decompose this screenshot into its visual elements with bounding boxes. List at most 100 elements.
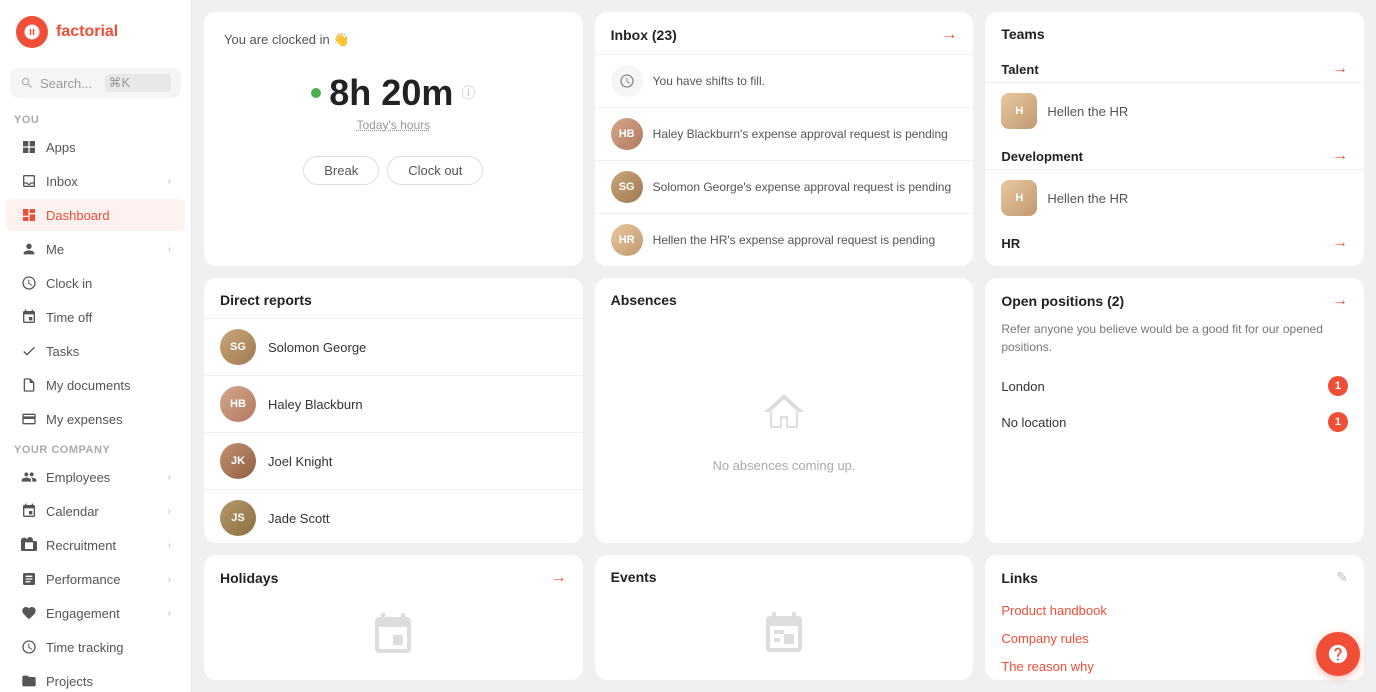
positions-arrow[interactable]: → bbox=[1332, 292, 1348, 310]
clocked-in-status: You are clocked in 👋 bbox=[224, 32, 350, 48]
building-icon bbox=[760, 388, 808, 446]
sidebar-item-recruitment[interactable]: Recruitment › bbox=[6, 529, 185, 561]
logo-text: factorial bbox=[56, 23, 118, 41]
product-handbook-link[interactable]: Product handbook bbox=[1001, 603, 1107, 618]
dashboard-label: Dashboard bbox=[46, 208, 171, 223]
sidebar-item-my-documents[interactable]: My documents bbox=[6, 369, 185, 401]
position-no-location: No location 1 bbox=[985, 404, 1364, 440]
employees-icon bbox=[20, 468, 38, 486]
absences-empty-text: No absences coming up. bbox=[712, 458, 855, 473]
absences-card: Absences No absences coming up. bbox=[595, 278, 974, 543]
sidebar-item-apps[interactable]: Apps bbox=[6, 131, 185, 163]
events-header: Events bbox=[595, 555, 974, 595]
time-off-icon bbox=[20, 308, 38, 326]
report-joel[interactable]: JK Joel Knight bbox=[204, 432, 583, 489]
links-title: Links bbox=[1001, 570, 1038, 586]
time-tracking-label: Time tracking bbox=[46, 640, 171, 655]
talent-section: Talent → bbox=[985, 52, 1364, 82]
apps-label: Apps bbox=[46, 140, 171, 155]
teams-title: Teams bbox=[1001, 26, 1044, 42]
chevron-icon: › bbox=[168, 574, 171, 585]
sidebar-item-performance[interactable]: Performance › bbox=[6, 563, 185, 595]
direct-reports-card: Direct reports SG Solomon George HB Hale… bbox=[204, 278, 583, 543]
inbox-item-solomon[interactable]: SG Solomon George's expense approval req… bbox=[595, 160, 974, 213]
holidays-arrow[interactable]: → bbox=[551, 569, 567, 587]
inbox-item-haley[interactable]: HB Haley Blackburn's expense approval re… bbox=[595, 107, 974, 160]
inbox-arrow[interactable]: → bbox=[941, 26, 957, 44]
hr-arrow[interactable]: → bbox=[1332, 234, 1348, 252]
development-arrow[interactable]: → bbox=[1332, 147, 1348, 165]
main-content: You are clocked in 👋 8h 20m ⓘ Today's ho… bbox=[192, 0, 1376, 692]
sidebar-item-projects[interactable]: Projects bbox=[6, 665, 185, 692]
my-expenses-label: My expenses bbox=[46, 412, 171, 427]
holidays-header: Holidays → bbox=[204, 555, 583, 597]
holidays-card: Holidays → bbox=[204, 555, 583, 680]
projects-label: Projects bbox=[46, 674, 171, 689]
sidebar-item-time-off[interactable]: Time off bbox=[6, 301, 185, 333]
chevron-icon: › bbox=[168, 472, 171, 483]
sidebar-item-clock-in[interactable]: Clock in bbox=[6, 267, 185, 299]
inbox-item-shift[interactable]: You have shifts to fill. bbox=[595, 54, 974, 107]
dashboard-icon bbox=[20, 206, 38, 224]
clockout-button[interactable]: Clock out bbox=[387, 156, 483, 185]
links-header: Links ✎ bbox=[985, 555, 1364, 596]
events-card: Events bbox=[595, 555, 974, 680]
hr-label: HR bbox=[1001, 236, 1020, 251]
reports-title: Direct reports bbox=[220, 292, 312, 308]
search-shortcut: ⌘K bbox=[105, 74, 172, 92]
reason-why-link[interactable]: The reason why bbox=[1001, 659, 1094, 674]
report-jade[interactable]: JS Jade Scott bbox=[204, 489, 583, 543]
inbox-title: Inbox (23) bbox=[611, 27, 677, 43]
support-button[interactable] bbox=[1316, 632, 1360, 676]
inbox-header: Inbox (23) → bbox=[595, 12, 974, 54]
inbox-item-hellen[interactable]: HR Hellen the HR's expense approval requ… bbox=[595, 213, 974, 266]
sidebar-item-my-expenses[interactable]: My expenses bbox=[6, 403, 185, 435]
events-body bbox=[595, 595, 974, 680]
chevron-icon: › bbox=[168, 176, 171, 187]
documents-icon bbox=[20, 376, 38, 394]
position-london: London 1 bbox=[985, 368, 1364, 404]
clock-buttons: Break Clock out bbox=[303, 156, 483, 185]
recruitment-icon bbox=[20, 536, 38, 554]
break-button[interactable]: Break bbox=[303, 156, 379, 185]
sidebar-item-employees[interactable]: Employees › bbox=[6, 461, 185, 493]
inbox-hellen-text: Hellen the HR's expense approval request… bbox=[653, 232, 935, 249]
link-item-reason[interactable]: The reason why bbox=[985, 652, 1364, 680]
sidebar-item-engagement[interactable]: Engagement › bbox=[6, 597, 185, 629]
reports-header: Direct reports bbox=[204, 278, 583, 318]
chevron-icon: › bbox=[168, 244, 171, 255]
info-icon[interactable]: ⓘ bbox=[461, 83, 475, 103]
tasks-label: Tasks bbox=[46, 344, 171, 359]
sidebar-item-time-tracking[interactable]: Time tracking bbox=[6, 631, 185, 663]
hellen-avatar: HR bbox=[611, 224, 643, 256]
shift-icon bbox=[611, 65, 643, 97]
positions-description: Refer anyone you believe would be a good… bbox=[985, 320, 1364, 368]
report-solomon[interactable]: SG Solomon George bbox=[204, 318, 583, 375]
report-haley[interactable]: HB Haley Blackburn bbox=[204, 375, 583, 432]
chevron-icon: › bbox=[168, 506, 171, 517]
calendar-empty-icon bbox=[369, 611, 417, 667]
timer-time: 8h 20m bbox=[329, 72, 453, 114]
sidebar-item-me[interactable]: Me › bbox=[6, 233, 185, 265]
jade-report-avatar: JS bbox=[220, 500, 256, 536]
calendar-label: Calendar bbox=[46, 504, 160, 519]
company-rules-link[interactable]: Company rules bbox=[1001, 631, 1088, 646]
sidebar-item-tasks[interactable]: Tasks bbox=[6, 335, 185, 367]
hr-section: HR → bbox=[985, 226, 1364, 256]
sidebar-item-inbox[interactable]: Inbox › bbox=[6, 165, 185, 197]
sidebar-item-calendar[interactable]: Calendar › bbox=[6, 495, 185, 527]
haley-report-name: Haley Blackburn bbox=[268, 397, 363, 412]
development-hellen-item[interactable]: H Hellen the HR bbox=[985, 169, 1364, 226]
today-label: Today's hours bbox=[356, 118, 430, 132]
joel-report-avatar: JK bbox=[220, 443, 256, 479]
engagement-label: Engagement bbox=[46, 606, 160, 621]
link-item-handbook[interactable]: Product handbook bbox=[985, 596, 1364, 624]
talent-hellen-item[interactable]: H Hellen the HR bbox=[985, 82, 1364, 139]
london-count: 1 bbox=[1328, 376, 1348, 396]
search-box[interactable]: Search... ⌘K bbox=[10, 68, 181, 98]
link-item-rules[interactable]: Company rules bbox=[985, 624, 1364, 652]
edit-icon[interactable]: ✎ bbox=[1336, 569, 1348, 586]
talent-arrow[interactable]: → bbox=[1332, 60, 1348, 78]
sidebar-item-dashboard[interactable]: Dashboard bbox=[6, 199, 185, 231]
holidays-body bbox=[204, 597, 583, 680]
